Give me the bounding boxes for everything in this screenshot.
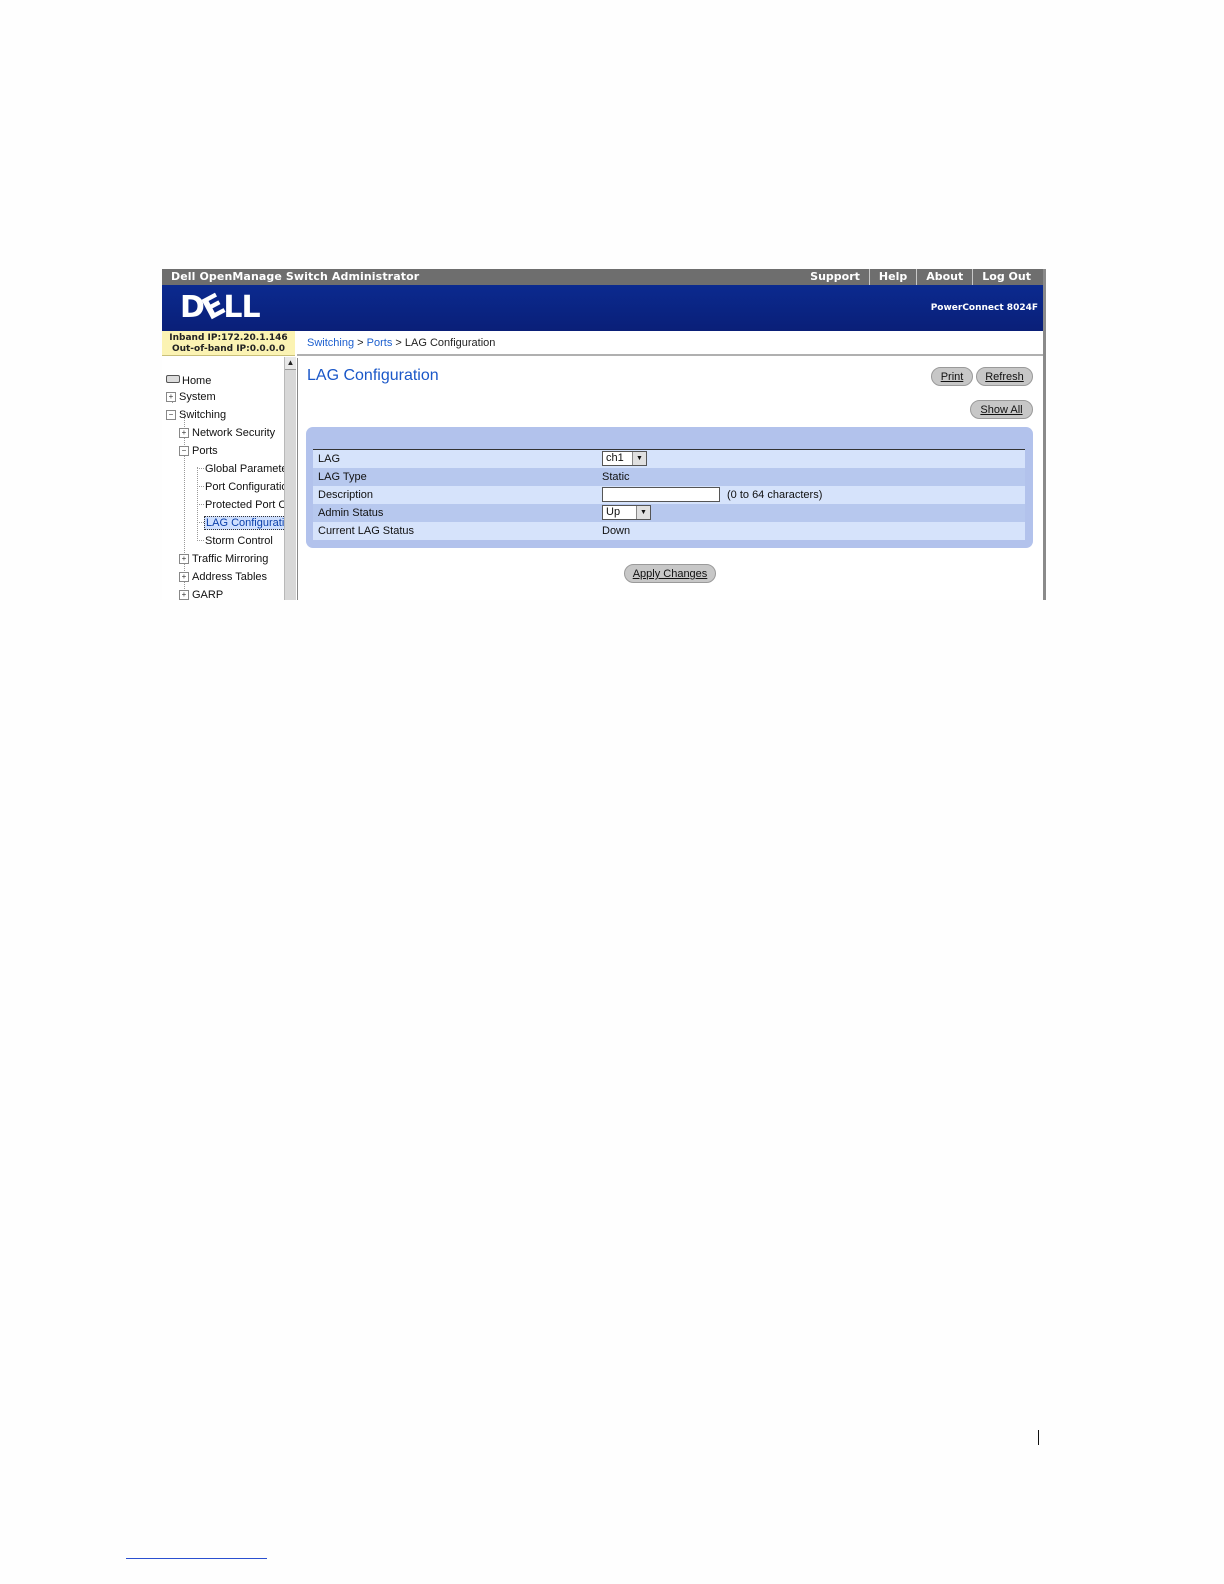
- help-link[interactable]: Help: [868, 269, 916, 285]
- expand-icon[interactable]: +: [179, 590, 189, 600]
- expand-icon[interactable]: +: [179, 554, 189, 564]
- tree-item-ports[interactable]: − Ports: [179, 445, 218, 457]
- tree-label: Traffic Mirroring: [192, 553, 269, 565]
- lag-config-panel: LAG ch1 ▼ LAG Type Static Description (0…: [306, 427, 1033, 548]
- tree-label: Switching: [179, 409, 227, 421]
- lag-select-value: ch1: [606, 452, 624, 464]
- tree-connector: [197, 540, 204, 541]
- show-all-button[interactable]: Show All: [970, 400, 1033, 419]
- top-links: Support Help About Log Out: [801, 269, 1040, 285]
- about-link[interactable]: About: [916, 269, 972, 285]
- admin-status-label: Admin Status: [318, 507, 384, 519]
- inband-ip: Inband IP:172.20.1.146: [169, 333, 288, 343]
- tree-item-protected-port[interactable]: Protected Port C: [205, 499, 286, 511]
- scroll-up-arrow-icon[interactable]: ▲: [285, 357, 296, 370]
- current-status-label: Current LAG Status: [318, 525, 414, 537]
- product-name: PowerConnect 8024F: [930, 303, 1038, 313]
- tree-item-garp[interactable]: + GARP: [179, 589, 223, 600]
- nav-tree: Home + System − Switching + Network Securit…: [162, 357, 296, 600]
- tree-item-switching[interactable]: − Switching: [166, 409, 226, 421]
- tree-item-home[interactable]: Home: [166, 375, 211, 387]
- tree-label: Home: [182, 375, 212, 387]
- tree-label: Address Tables: [192, 571, 268, 583]
- tree-item-system[interactable]: + System: [166, 391, 216, 403]
- tree-scrollbar[interactable]: ▲: [284, 357, 296, 600]
- expand-icon[interactable]: +: [166, 392, 176, 402]
- lag-row: LAG ch1 ▼: [313, 450, 1025, 468]
- tree-item-lag-configuration[interactable]: LAG Configuratio: [204, 516, 293, 530]
- lag-type-label: LAG Type: [318, 471, 367, 483]
- breadcrumb-sep: >: [395, 337, 402, 349]
- collapse-icon[interactable]: −: [166, 410, 176, 420]
- lag-select[interactable]: ch1 ▼: [602, 451, 647, 466]
- tree-connector: [197, 522, 204, 523]
- current-status-row: Current LAG Status Down: [313, 522, 1025, 540]
- screenshot-window: Dell OpenManage Switch Administrator Sup…: [162, 269, 1046, 600]
- tree-connector: [197, 504, 204, 505]
- tree-connector: [197, 486, 204, 487]
- print-button[interactable]: Print: [931, 367, 973, 386]
- tree-item-address-tables[interactable]: + Address Tables: [179, 571, 267, 583]
- breadcrumb-sep: >: [357, 337, 364, 349]
- lag-config-table: LAG ch1 ▼ LAG Type Static Description (0…: [313, 449, 1025, 540]
- chevron-down-icon[interactable]: ▼: [636, 506, 650, 519]
- app-title: Dell OpenManage Switch Administrator: [171, 270, 420, 283]
- tree-item-network-security[interactable]: + Network Security: [179, 427, 275, 439]
- logout-link[interactable]: Log Out: [972, 269, 1040, 285]
- page-title: LAG Configuration: [307, 367, 439, 384]
- tree-item-port-configuration[interactable]: Port Configuratio: [205, 481, 288, 493]
- tree-item-storm-control[interactable]: Storm Control: [205, 535, 273, 547]
- tree-label: Network Security: [192, 427, 276, 439]
- breadcrumb-switching[interactable]: Switching: [307, 337, 354, 349]
- admin-status-value: Up: [606, 506, 621, 518]
- breadcrumb-current: LAG Configuration: [404, 337, 496, 349]
- main-content: LAG Configuration Print Refresh Show All…: [297, 358, 1043, 600]
- admin-status-row: Admin Status Up ▼: [313, 504, 1025, 522]
- expand-icon[interactable]: +: [179, 572, 189, 582]
- tree-label: Ports: [192, 445, 218, 457]
- lag-type-row: LAG Type Static: [313, 468, 1025, 486]
- description-row: Description (0 to 64 characters): [313, 486, 1025, 504]
- current-status-value: Down: [602, 525, 631, 537]
- header-banner: DELL PowerConnect 8024F: [162, 285, 1043, 331]
- expand-icon[interactable]: +: [179, 428, 189, 438]
- tree-item-traffic-mirroring[interactable]: + Traffic Mirroring: [179, 553, 268, 565]
- dell-logo: DELL: [180, 287, 261, 328]
- breadcrumb: Switching > Ports > LAG Configuration: [297, 331, 1043, 356]
- description-hint: (0 to 64 characters): [727, 489, 823, 501]
- lag-type-value: Static: [602, 471, 630, 483]
- tree-label: System: [179, 391, 216, 403]
- tree-connector: [197, 468, 204, 469]
- breadcrumb-ports[interactable]: Ports: [367, 337, 393, 349]
- top-bar: Dell OpenManage Switch Administrator Sup…: [162, 269, 1043, 285]
- refresh-button[interactable]: Refresh: [976, 367, 1033, 386]
- footnote-rule: [126, 1558, 267, 1559]
- tree-item-global-parameters[interactable]: Global Paramete: [205, 463, 288, 475]
- description-label: Description: [318, 489, 374, 501]
- description-input[interactable]: [602, 487, 720, 502]
- support-link[interactable]: Support: [801, 269, 869, 285]
- home-icon: [166, 375, 180, 383]
- oob-ip: Out-of-band IP:0.0.0.0: [171, 344, 286, 354]
- admin-status-select[interactable]: Up ▼: [602, 505, 651, 520]
- collapse-icon[interactable]: −: [179, 446, 189, 456]
- change-bar: [1038, 1430, 1039, 1445]
- ip-info: Inband IP:172.20.1.146 Out-of-band IP:0.…: [162, 331, 295, 356]
- tree-label: GARP: [192, 589, 224, 600]
- apply-changes-button[interactable]: Apply Changes: [624, 564, 716, 583]
- lag-label: LAG: [318, 453, 341, 465]
- chevron-down-icon[interactable]: ▼: [632, 452, 646, 465]
